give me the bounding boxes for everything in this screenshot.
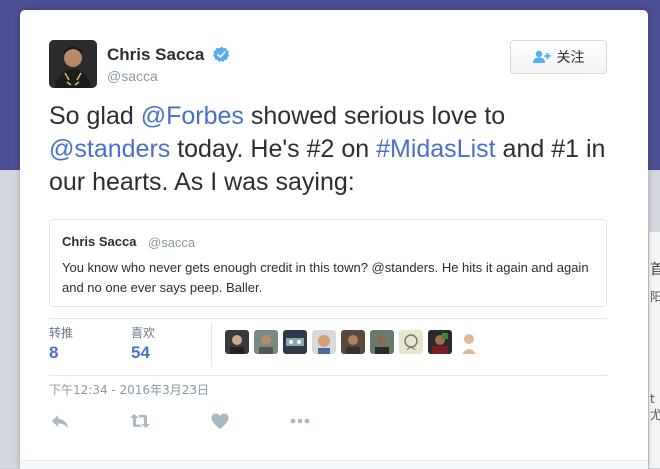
like-stat-label: 喜欢 (131, 326, 156, 340)
follow-button[interactable]: 关注 (510, 40, 607, 74)
retweet-stat-label: 转推 (49, 326, 74, 340)
liker-avatar[interactable] (254, 330, 278, 354)
retweet-icon[interactable] (129, 410, 151, 432)
retweet-count: 8 (49, 343, 59, 362)
liker-avatar[interactable] (428, 330, 452, 354)
divider (49, 318, 607, 319)
quoted-author-name: Chris Sacca (62, 234, 137, 249)
divider (211, 322, 212, 367)
liker-avatar[interactable] (283, 330, 307, 354)
background-text-fragment: t 尤 (650, 392, 660, 422)
tweet-text-segment: So glad (49, 102, 141, 130)
tweet-timestamp[interactable]: 下午12:34 - 2016年3月23日 (49, 381, 209, 398)
quoted-tweet-card[interactable]: Chris Sacca @sacca You know who never ge… (49, 219, 607, 307)
liker-avatar[interactable] (225, 330, 249, 354)
tweet-text: So glad @Forbes showed serious love to @… (49, 100, 619, 199)
mention-link-forbes[interactable]: @Forbes (141, 102, 244, 130)
like-count: 54 (131, 343, 150, 362)
background-text-fragment: 首 (650, 260, 660, 278)
tweet-actions (49, 410, 349, 432)
liker-avatar[interactable] (457, 330, 481, 354)
like-stat[interactable]: 喜欢 54 (131, 324, 155, 363)
quoted-tweet-text: You know who never gets enough credit in… (62, 260, 589, 295)
more-icon[interactable] (289, 410, 311, 432)
author-handle[interactable]: @sacca (107, 68, 158, 84)
retweet-stat[interactable]: 转推 8 (49, 324, 73, 363)
hashtag-link-midaslist[interactable]: #MidasList (376, 135, 496, 163)
liker-avatar[interactable] (370, 330, 394, 354)
tweet-text-segment: today. He's #2 on (170, 135, 377, 163)
mention-link-standers[interactable]: @standers (49, 135, 170, 163)
liker-avatars (225, 330, 481, 354)
background-text-fragment: 阳 (650, 290, 660, 304)
like-icon[interactable] (209, 410, 231, 432)
reply-icon[interactable] (49, 410, 71, 432)
liker-avatar[interactable] (399, 330, 423, 354)
author-name[interactable]: Chris Sacca (107, 45, 204, 65)
quoted-author-handle: @sacca (148, 235, 196, 250)
tweet-text-segment: showed serious love to (243, 102, 506, 130)
divider (49, 375, 607, 376)
liker-avatar[interactable] (312, 330, 336, 354)
author-avatar[interactable] (49, 40, 97, 88)
liker-avatar[interactable] (341, 330, 365, 354)
follow-user-icon (532, 50, 550, 63)
follow-button-label: 关注 (556, 50, 585, 66)
tweet-permalink-modal: Chris Sacca @sacca 关注 So glad @Forbes sh… (20, 10, 648, 469)
verified-badge-icon (213, 46, 230, 62)
